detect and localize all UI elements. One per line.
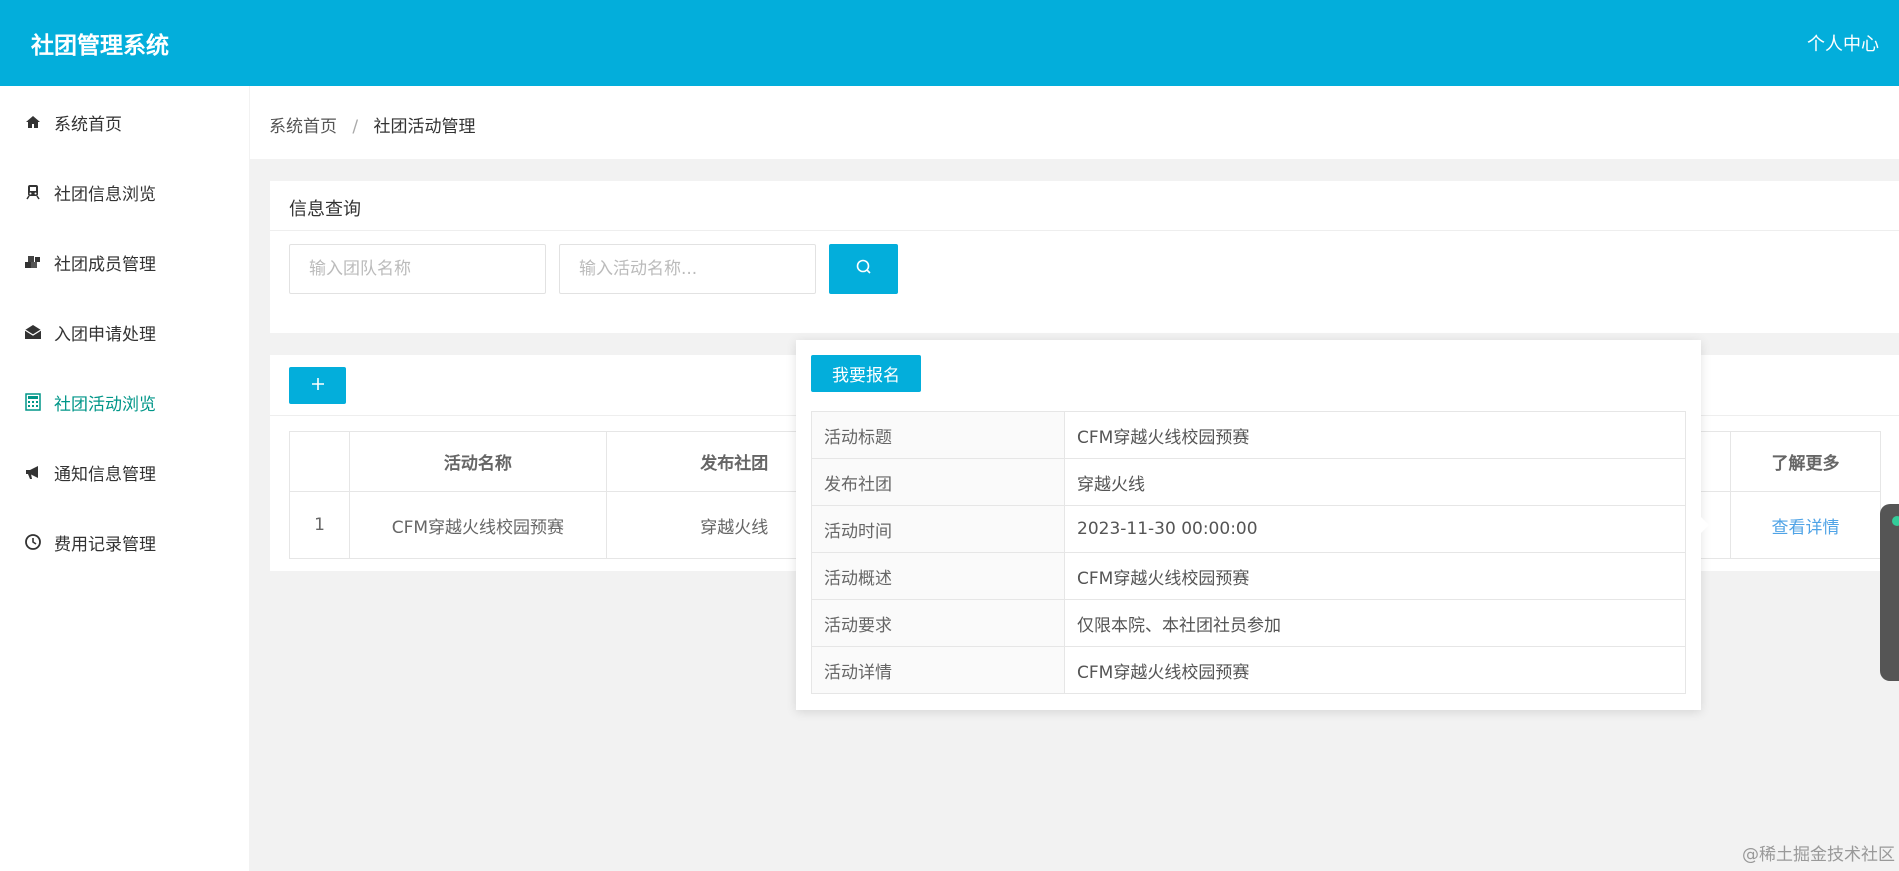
train-icon [24,183,42,201]
sidebar-item-notices[interactable]: 通知信息管理 [0,447,249,497]
sidebar-item-home[interactable]: 系统首页 [0,97,249,147]
detail-key: 活动要求 [811,599,1065,647]
search-button[interactable] [829,244,898,294]
detail-key: 活动概述 [811,552,1065,600]
detail-value: 穿越火线 [1064,458,1686,506]
personal-center-link[interactable]: 个人中心 [1807,30,1879,56]
breadcrumb-home[interactable]: 系统首页 [269,117,337,137]
detail-key: 活动详情 [811,646,1065,694]
cubes-icon [24,253,42,271]
signup-button[interactable]: 我要报名 [811,355,921,392]
popover-arrow [1701,517,1709,533]
row-activity-name: CFM穿越火线校园预赛 [348,491,607,559]
table-header-index [289,431,350,492]
detail-row: 活动时间 2023-11-30 00:00:00 [811,505,1686,553]
sidebar-item-label: 入团申请处理 [54,324,156,345]
breadcrumb-current: 社团活动管理 [373,117,476,137]
activity-detail-table: 活动标题 CFM穿越火线校园预赛 发布社团 穿越火线 活动时间 2023-11-30 … [811,411,1686,694]
detail-value: CFM穿越火线校园预赛 [1064,411,1686,459]
home-icon [24,113,42,131]
clock-icon [24,533,42,551]
sidebar-item-label: 社团成员管理 [54,254,156,275]
detail-row: 活动概述 CFM穿越火线校园预赛 [811,552,1686,600]
row-more-cell: 查看详情 [1730,491,1881,559]
bullhorn-icon [24,463,42,481]
breadcrumb: 系统首页 / 社团活动管理 [269,112,476,137]
detail-row: 活动要求 仅限本院、本社团社员参加 [811,599,1686,647]
envelope-open-icon [24,323,42,341]
detail-value: CFM穿越火线校园预赛 [1064,552,1686,600]
table-header-name: 活动名称 [348,431,607,492]
sidebar-item-applications[interactable]: 入团申请处理 [0,307,249,357]
sidebar-item-label: 社团活动浏览 [54,394,156,415]
floating-widget[interactable] [1880,504,1899,681]
sidebar-item-label: 通知信息管理 [54,464,156,485]
sidebar-item-members[interactable]: 社团成员管理 [0,237,249,287]
query-panel: 信息查询 [270,181,1899,333]
add-button[interactable] [289,367,346,404]
watermark: @稀土掘金技术社区 [1742,845,1895,865]
detail-value: CFM穿越火线校园预赛 [1064,646,1686,694]
top-header: 社团管理系统 个人中心 [0,0,1899,86]
sidebar-item-expenses[interactable]: 费用记录管理 [0,517,249,567]
app-title: 社团管理系统 [31,33,169,59]
view-details-link[interactable]: 查看详情 [1772,518,1840,538]
detail-row: 活动标题 CFM穿越火线校园预赛 [811,411,1686,459]
detail-row: 发布社团 穿越火线 [811,458,1686,506]
table-header-more: 了解更多 [1730,431,1881,492]
row-index: 1 [289,491,350,559]
query-panel-title: 信息查询 [289,199,361,220]
detail-value: 2023-11-30 00:00:00 [1064,505,1686,553]
activity-detail-popover: 我要报名 活动标题 CFM穿越火线校园预赛 发布社团 穿越火线 活动时间 2023-1… [796,340,1709,710]
divider [270,230,1899,231]
detail-key: 活动时间 [811,505,1065,553]
sidebar-item-label: 费用记录管理 [54,534,156,555]
search-icon [855,258,873,280]
detail-key: 活动标题 [811,411,1065,459]
plus-icon [310,376,326,396]
sidebar-item-club-info[interactable]: 社团信息浏览 [0,167,249,217]
sidebar-item-label: 系统首页 [54,114,122,135]
status-dot [1892,516,1899,526]
sidebar-item-label: 社团信息浏览 [54,184,156,205]
activity-name-input[interactable] [559,244,816,294]
breadcrumb-separator: / [352,117,359,137]
team-name-input[interactable] [289,244,546,294]
detail-row: 活动详情 CFM穿越火线校园预赛 [811,646,1686,694]
breadcrumb-bar: 系统首页 / 社团活动管理 [250,86,1899,159]
sidebar-item-activities[interactable]: 社团活动浏览 [0,377,249,427]
calculator-icon [24,393,42,411]
detail-key: 发布社团 [811,458,1065,506]
sidebar: 系统首页 社团信息浏览 社团成员管理 入团申请处理 社团活动浏览 通知信息管理 … [0,86,249,871]
detail-value: 仅限本院、本社团社员参加 [1064,599,1686,647]
